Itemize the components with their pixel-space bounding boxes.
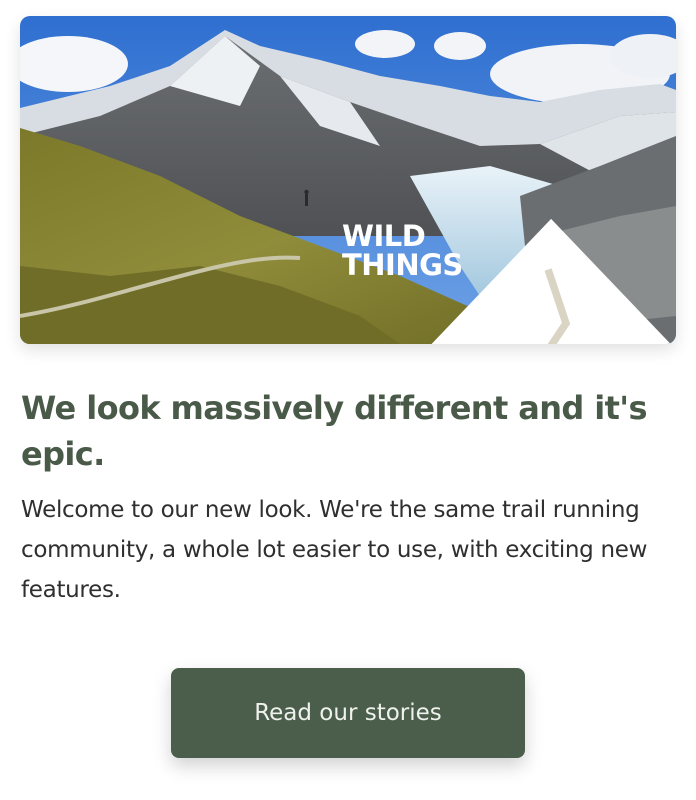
headline: We look massively different and it's epi… xyxy=(21,389,648,473)
intro-text: Welcome to our new look. We're the same … xyxy=(21,497,648,603)
brand-name-line2: THINGS xyxy=(342,248,463,282)
brand-logo: WILD THINGS xyxy=(238,204,671,344)
read-stories-button[interactable]: Read our stories xyxy=(171,668,525,758)
brand-name: WILD THINGS xyxy=(342,222,463,280)
hero-image: WILD THINGS xyxy=(20,16,676,344)
brand-name-line1: WILD xyxy=(342,219,426,253)
